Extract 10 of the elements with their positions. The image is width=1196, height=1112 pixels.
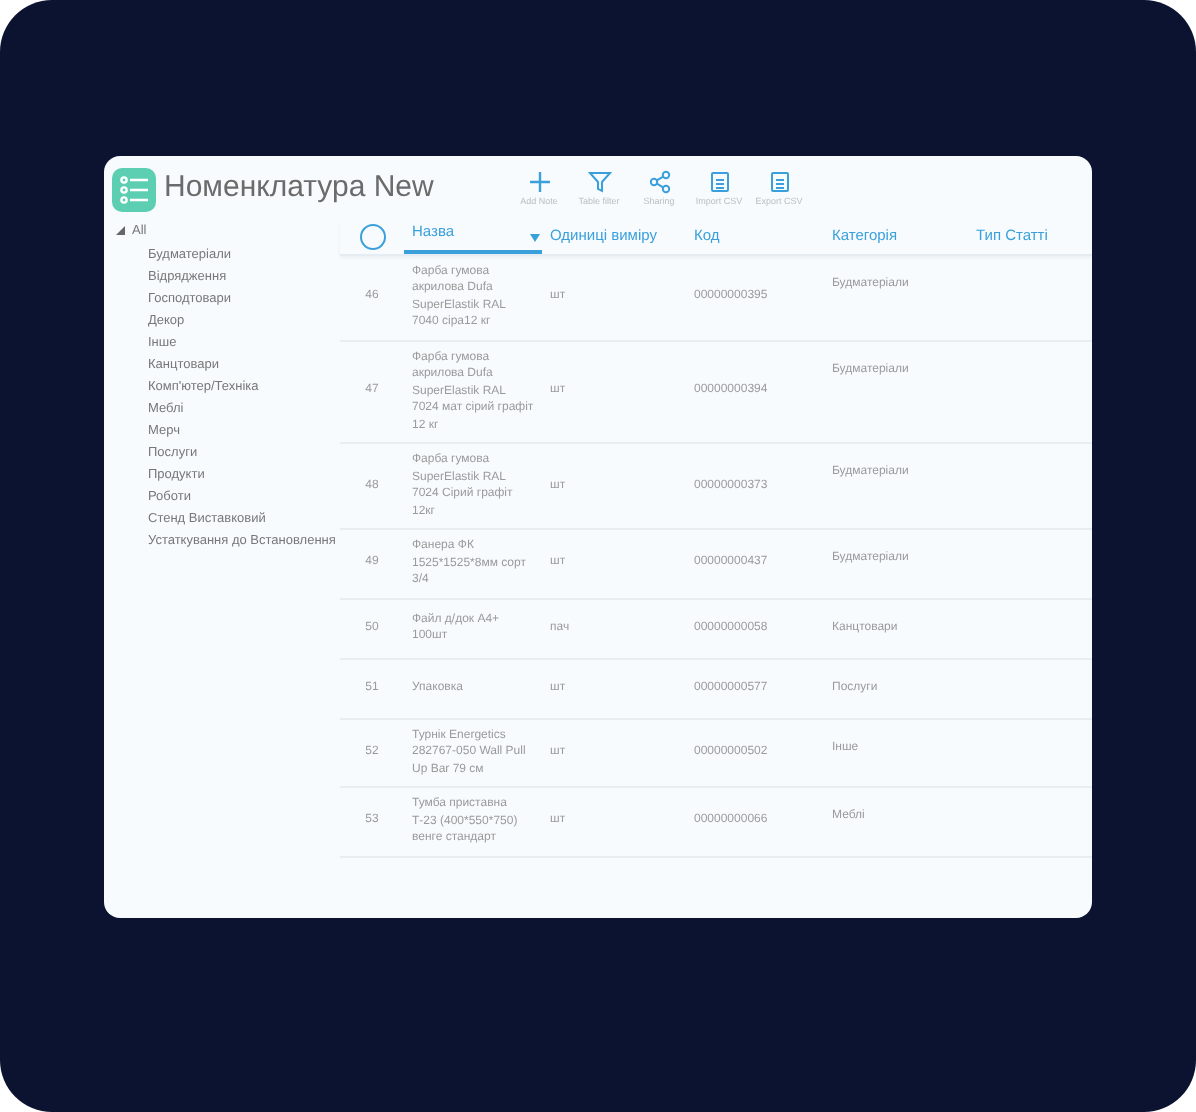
sort-caret-icon (530, 233, 540, 241)
filter-icon (587, 169, 611, 194)
document-icon (767, 169, 791, 194)
app-logo-icon (112, 167, 156, 211)
document-icon (707, 169, 731, 194)
app-title: Номенклатура New (164, 168, 436, 209)
share-icon (647, 169, 671, 194)
collapse-icon[interactable] (116, 225, 126, 236)
select-all-checkbox[interactable] (359, 223, 385, 249)
plus-icon (527, 169, 551, 194)
